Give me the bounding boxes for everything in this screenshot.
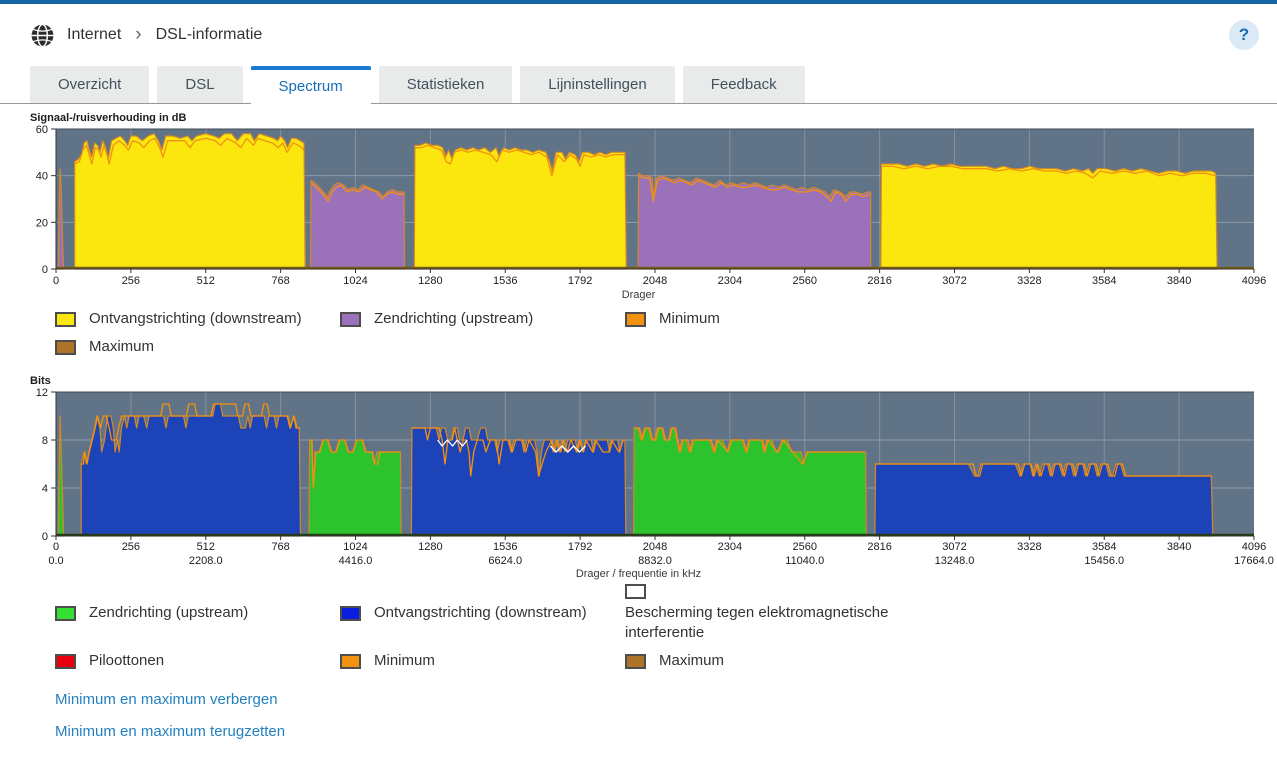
- emi-swatch: [625, 584, 646, 599]
- svg-text:0: 0: [42, 264, 48, 276]
- svg-text:3840: 3840: [1167, 275, 1191, 287]
- svg-text:2304: 2304: [718, 541, 742, 553]
- svg-text:3072: 3072: [942, 275, 966, 287]
- svg-text:0: 0: [53, 541, 59, 553]
- legend-item-maximum-bits: Maximum: [625, 651, 1277, 671]
- maximum-swatch: [55, 340, 76, 355]
- tab-statistieken[interactable]: Statistieken: [379, 66, 513, 103]
- hide-minmax-link[interactable]: Minimum en maximum verbergen: [55, 691, 1277, 708]
- legend-item-upstream-snr: Zendrichting (upstream): [340, 309, 625, 329]
- snr-chart-xlabel: Drager: [0, 289, 1277, 301]
- svg-text:1536: 1536: [493, 541, 517, 553]
- svg-text:17664.0: 17664.0: [1234, 555, 1274, 567]
- legend-item-emi-protection: Bescherming tegen elektromagnetische int…: [625, 584, 1277, 644]
- svg-text:4: 4: [42, 483, 48, 495]
- svg-text:2816: 2816: [867, 275, 891, 287]
- minimum-swatch: [625, 312, 646, 327]
- internet-globe-icon: [30, 23, 55, 48]
- svg-text:256: 256: [122, 275, 140, 287]
- tab-bar: Overzicht DSL Spectrum Statistieken Lijn…: [0, 66, 1277, 104]
- svg-text:8: 8: [42, 435, 48, 447]
- svg-text:1792: 1792: [568, 541, 592, 553]
- svg-text:1792: 1792: [568, 275, 592, 287]
- svg-text:1536: 1536: [493, 275, 517, 287]
- legend-item-minimum-snr: Minimum: [625, 309, 1277, 329]
- svg-text:768: 768: [271, 541, 289, 553]
- svg-text:4096: 4096: [1242, 541, 1266, 553]
- svg-text:60: 60: [36, 125, 48, 136]
- legend-item-minimum-bits: Minimum: [340, 651, 625, 671]
- svg-text:4096: 4096: [1242, 275, 1266, 287]
- svg-text:3328: 3328: [1017, 541, 1041, 553]
- svg-text:1280: 1280: [418, 541, 442, 553]
- upstream-bits-swatch: [55, 606, 76, 621]
- legend-item-downstream-bits: Ontvangstrichting (downstream): [340, 603, 625, 623]
- svg-text:1024: 1024: [343, 275, 367, 287]
- tab-spectrum[interactable]: Spectrum: [251, 66, 371, 104]
- legend-item-pilot-tones: Piloottonen: [55, 651, 340, 671]
- svg-text:1280: 1280: [418, 275, 442, 287]
- legend-item-upstream-bits: Zendrichting (upstream): [55, 603, 340, 623]
- svg-text:20: 20: [36, 217, 48, 229]
- svg-text:15456.0: 15456.0: [1084, 555, 1124, 567]
- svg-text:3840: 3840: [1167, 541, 1191, 553]
- breadcrumb-dsl-informatie[interactable]: DSL-informatie: [156, 26, 263, 44]
- reset-minmax-link[interactable]: Minimum en maximum terugzetten: [55, 723, 1277, 740]
- svg-text:8832.0: 8832.0: [638, 555, 672, 567]
- svg-text:3072: 3072: [942, 541, 966, 553]
- svg-text:512: 512: [197, 275, 215, 287]
- downstream-swatch: [55, 312, 76, 327]
- minimum-bits-swatch: [340, 654, 361, 669]
- breadcrumb: Internet › DSL-informatie: [67, 25, 262, 46]
- svg-text:256: 256: [122, 541, 140, 553]
- snr-chart-title: Signaal-/ruisverhouding in dB: [30, 112, 1277, 124]
- bits-chart-xlabel: Drager / frequentie in kHz: [0, 568, 1277, 580]
- svg-text:0: 0: [42, 531, 48, 543]
- legend-item-maximum-snr: Maximum: [55, 337, 340, 357]
- svg-text:1024: 1024: [343, 541, 367, 553]
- svg-text:2816: 2816: [867, 541, 891, 553]
- tab-feedback[interactable]: Feedback: [683, 66, 805, 103]
- svg-text:12: 12: [36, 388, 48, 399]
- svg-text:13248.0: 13248.0: [935, 555, 975, 567]
- tab-overzicht[interactable]: Overzicht: [30, 66, 149, 103]
- svg-text:3584: 3584: [1092, 275, 1116, 287]
- maximum-bits-swatch: [625, 654, 646, 669]
- svg-text:2048: 2048: [643, 275, 667, 287]
- dsl-information-page: Internet › DSL-informatie ? Overzicht DS…: [0, 0, 1277, 767]
- snr-chart: 0 20 40 60 0 256 512 768 1024 1280 1536 1792 2048 230…: [0, 125, 1277, 289]
- bits-chart: 0 4 8 12 0 256 512 768 1024 1280 1536 1792 2048 2304 2…: [0, 388, 1277, 568]
- chevron-right-icon: ›: [135, 25, 141, 46]
- minmax-actions: Minimum en maximum verbergen Minimum en …: [0, 691, 1277, 740]
- svg-text:3584: 3584: [1092, 541, 1116, 553]
- svg-text:6624.0: 6624.0: [488, 555, 522, 567]
- snr-legend: Ontvangstrichting (downstream) Zendricht…: [0, 309, 1277, 358]
- svg-text:2208.0: 2208.0: [189, 555, 223, 567]
- svg-text:3328: 3328: [1017, 275, 1041, 287]
- pilot-tones-swatch: [55, 654, 76, 669]
- bits-chart-title: Bits: [30, 375, 1277, 387]
- svg-text:0: 0: [53, 275, 59, 287]
- bits-legend: Zendrichting (upstream) Ontvangstrichtin…: [0, 584, 1277, 672]
- svg-text:768: 768: [271, 275, 289, 287]
- tab-lijninstellingen[interactable]: Lijninstellingen: [520, 66, 674, 103]
- svg-text:2304: 2304: [718, 275, 742, 287]
- header: Internet › DSL-informatie ?: [0, 4, 1277, 66]
- svg-text:4416.0: 4416.0: [339, 555, 373, 567]
- help-button[interactable]: ?: [1229, 20, 1259, 50]
- svg-text:512: 512: [197, 541, 215, 553]
- downstream-bits-swatch: [340, 606, 361, 621]
- svg-text:0.0: 0.0: [48, 555, 63, 567]
- upstream-swatch: [340, 312, 361, 327]
- tab-dsl[interactable]: DSL: [157, 66, 242, 103]
- svg-text:2560: 2560: [793, 275, 817, 287]
- svg-text:2560: 2560: [793, 541, 817, 553]
- svg-text:2048: 2048: [643, 541, 667, 553]
- svg-text:11040.0: 11040.0: [785, 555, 824, 567]
- svg-text:40: 40: [36, 171, 48, 183]
- breadcrumb-internet[interactable]: Internet: [67, 26, 121, 44]
- legend-item-downstream-snr: Ontvangstrichting (downstream): [55, 309, 340, 329]
